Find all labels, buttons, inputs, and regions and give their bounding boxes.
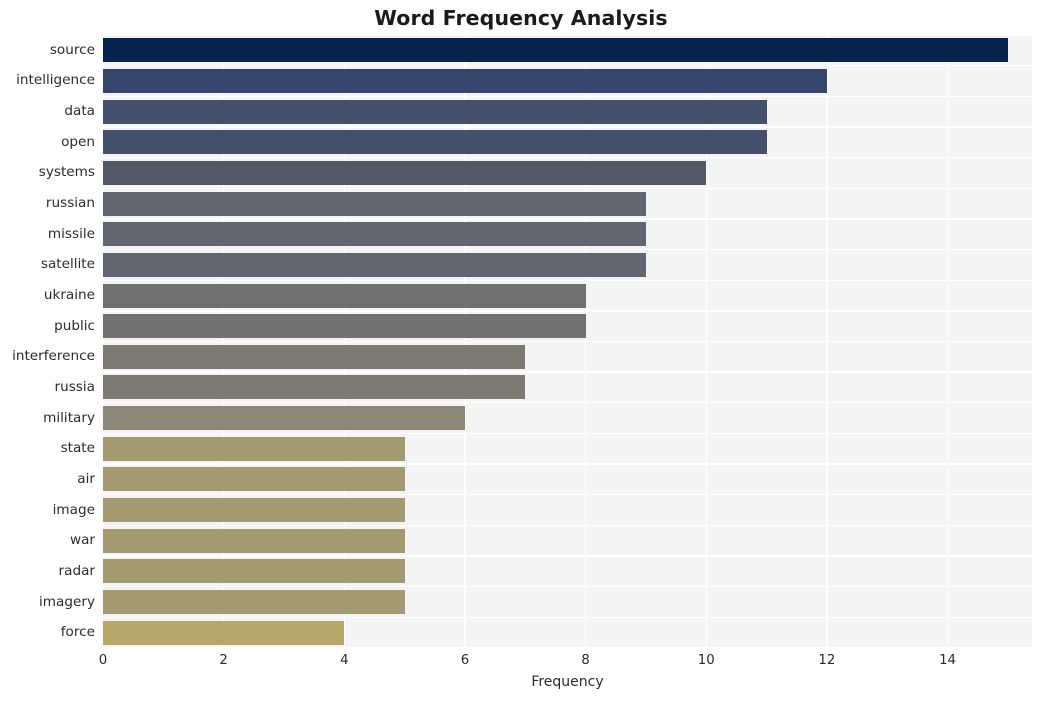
bar bbox=[103, 559, 405, 584]
x-axis-tick-label: 8 bbox=[581, 653, 590, 668]
y-axis-tick-label: interference bbox=[12, 348, 95, 365]
y-axis-tick-label: missile bbox=[47, 225, 95, 242]
vertical-gridline bbox=[343, 35, 345, 648]
horizontal-gridline bbox=[103, 156, 1032, 159]
horizontal-gridline bbox=[103, 310, 1032, 312]
bar bbox=[103, 436, 405, 461]
bar bbox=[103, 38, 1008, 63]
bar bbox=[103, 160, 707, 185]
bar bbox=[103, 498, 405, 523]
vertical-gridline bbox=[464, 35, 466, 648]
horizontal-gridline bbox=[103, 95, 1032, 97]
y-axis-tick-label: force bbox=[60, 624, 95, 641]
horizontal-gridline bbox=[103, 279, 1032, 281]
horizontal-gridline bbox=[103, 432, 1032, 435]
bar bbox=[103, 406, 465, 431]
bar bbox=[103, 222, 646, 247]
y-axis-tick-label: source bbox=[49, 41, 95, 58]
y-axis-tick-label: state bbox=[60, 440, 95, 457]
bar bbox=[103, 528, 405, 553]
bar bbox=[103, 283, 586, 308]
vertical-gridline bbox=[705, 35, 707, 648]
horizontal-gridline bbox=[103, 555, 1032, 557]
y-axis-tick-label: image bbox=[52, 501, 95, 518]
chart-title: Word Frequency Analysis bbox=[374, 6, 668, 30]
y-axis-tick-label: ukraine bbox=[43, 287, 95, 304]
vertical-gridline bbox=[946, 35, 949, 648]
y-axis-tick-label: systems bbox=[38, 164, 95, 181]
horizontal-gridline bbox=[103, 248, 1032, 251]
x-axis-tick-label: 2 bbox=[219, 653, 228, 668]
bar bbox=[103, 314, 586, 339]
x-axis-tick-label: 0 bbox=[98, 653, 108, 668]
y-axis-tick-label: open bbox=[61, 133, 95, 150]
x-axis-tick-label: 14 bbox=[939, 653, 956, 668]
y-axis-tick-label: imagery bbox=[39, 593, 95, 610]
x-axis-tick-label: 12 bbox=[818, 653, 836, 668]
y-axis-tick-label: satellite bbox=[40, 256, 95, 273]
x-axis-tick-label: 6 bbox=[460, 653, 470, 668]
y-axis-tick-label: military bbox=[43, 409, 95, 426]
x-axis-tick-label: 4 bbox=[340, 653, 349, 668]
horizontal-gridline bbox=[103, 647, 1032, 649]
y-axis-tick-label: intelligence bbox=[16, 72, 95, 89]
horizontal-gridline bbox=[103, 371, 1032, 373]
y-axis-tick-label: air bbox=[77, 470, 95, 487]
bar bbox=[103, 191, 646, 216]
y-axis-tick-label: data bbox=[64, 103, 95, 120]
x-axis-tick-label: 10 bbox=[697, 653, 715, 668]
horizontal-gridline bbox=[103, 340, 1032, 343]
plot-area bbox=[102, 34, 1032, 649]
bar bbox=[103, 375, 526, 400]
bar bbox=[103, 252, 646, 277]
horizontal-gridline bbox=[103, 126, 1032, 128]
horizontal-gridline bbox=[103, 524, 1032, 527]
horizontal-gridline bbox=[103, 463, 1032, 465]
horizontal-gridline bbox=[103, 616, 1032, 619]
vertical-gridline bbox=[102, 35, 104, 648]
x-axis-label: Frequency bbox=[531, 674, 604, 690]
horizontal-gridline bbox=[103, 218, 1032, 220]
horizontal-gridline bbox=[103, 402, 1032, 404]
vertical-gridline bbox=[826, 35, 828, 648]
y-axis-tick-label: russia bbox=[54, 378, 95, 395]
bar bbox=[103, 620, 345, 645]
y-axis-tick-label: russian bbox=[45, 195, 95, 212]
horizontal-gridline bbox=[103, 586, 1032, 588]
vertical-gridline bbox=[584, 35, 587, 648]
horizontal-gridline bbox=[103, 187, 1032, 189]
horizontal-gridline bbox=[103, 64, 1032, 67]
y-axis-tick-labels: source intelligence data open systems russian… bbox=[0, 35, 95, 648]
y-axis-tick-label: war bbox=[69, 532, 95, 549]
vertical-gridline bbox=[222, 35, 225, 648]
y-axis-tick-label: radar bbox=[58, 562, 95, 579]
bar bbox=[103, 130, 767, 155]
bar bbox=[103, 344, 526, 369]
bar bbox=[103, 68, 827, 93]
y-axis-tick-label: public bbox=[54, 317, 95, 334]
horizontal-gridline bbox=[103, 34, 1032, 36]
bar bbox=[103, 467, 405, 492]
bar bbox=[103, 99, 767, 124]
horizontal-gridline bbox=[103, 494, 1032, 496]
bar bbox=[103, 590, 405, 615]
chart-figure: Word Frequency Analysis source intelligen… bbox=[0, 0, 1042, 701]
